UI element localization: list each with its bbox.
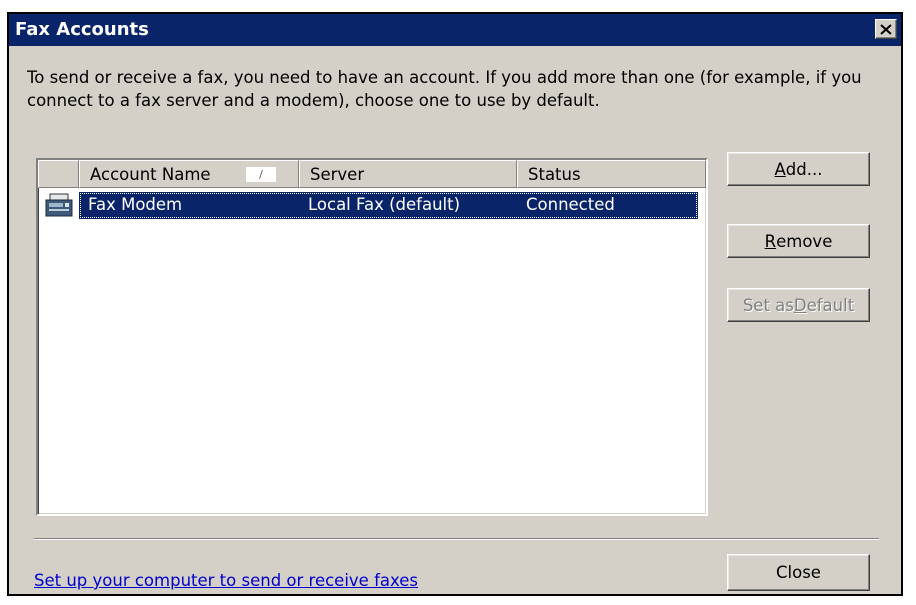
column-header-icon[interactable] xyxy=(38,160,79,188)
add-button[interactable]: Add... xyxy=(727,152,870,186)
list-header: Account Name / Server Status xyxy=(38,160,706,188)
dialog-title: Fax Accounts xyxy=(15,19,149,40)
close-icon[interactable] xyxy=(875,19,897,39)
column-header-status[interactable]: Status xyxy=(517,160,706,188)
column-header-server[interactable]: Server xyxy=(299,160,517,188)
fax-accounts-dialog: Fax Accounts To send or receive a fax, y… xyxy=(7,12,903,596)
account-name-cell: Fax Modem xyxy=(88,195,183,214)
close-button[interactable]: Close xyxy=(727,554,870,591)
remove-button[interactable]: Remove xyxy=(727,224,870,258)
setup-fax-link[interactable]: Set up your computer to send or receive … xyxy=(34,571,418,590)
sort-indicator-icon: / xyxy=(246,167,276,182)
separator xyxy=(34,538,879,540)
set-as-default-button[interactable]: Set as Default xyxy=(727,288,870,322)
status-cell: Connected xyxy=(526,195,615,214)
intro-text: To send or receive a fax, you need to ha… xyxy=(27,68,862,110)
table-row[interactable]: Fax Modem Local Fax (default) Connected xyxy=(40,192,698,219)
fax-machine-icon xyxy=(44,192,76,219)
accounts-list[interactable]: Account Name / Server Status Fax Modem L… xyxy=(36,158,708,516)
title-bar: Fax Accounts xyxy=(9,14,901,46)
column-header-account-name[interactable]: Account Name / xyxy=(79,160,299,188)
server-cell: Local Fax (default) xyxy=(308,195,461,214)
